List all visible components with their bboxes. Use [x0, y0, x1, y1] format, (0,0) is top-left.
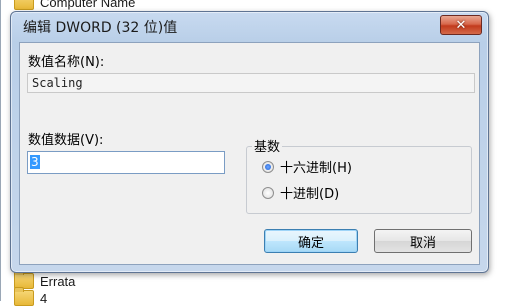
cancel-button-label: 取消 — [409, 235, 436, 251]
radio-unselected-icon[interactable] — [262, 186, 274, 199]
background-list-item[interactable]: 4 — [14, 287, 48, 306]
value-data-label: 数值数据(V): — [28, 133, 104, 148]
folder-icon — [14, 0, 34, 10]
radio-hexadecimal-label: 十六进制(H) — [280, 161, 352, 176]
edit-dword-dialog: 编辑 DWORD (32 位)值 ✕ 数值名称(N): Scaling 数值数据… — [10, 11, 489, 273]
base-group-label: 基数 — [252, 136, 283, 155]
cancel-button[interactable]: 取消 — [374, 229, 472, 253]
background-item-label: 4 — [40, 290, 48, 306]
value-name-field: Scaling — [27, 73, 475, 93]
background-item-label: Errata — [40, 273, 76, 289]
close-icon: ✕ — [455, 17, 467, 33]
value-data-input[interactable]: 3 — [27, 151, 225, 174]
close-button[interactable]: ✕ — [440, 15, 482, 35]
ok-button[interactable]: 确定 — [264, 229, 358, 253]
background-window-edge — [0, 0, 1, 301]
radio-decimal-label: 十进制(D) — [280, 187, 340, 202]
radio-selected-icon[interactable] — [262, 160, 274, 173]
dialog-title: 编辑 DWORD (32 位)值 — [23, 20, 178, 36]
radio-decimal[interactable]: 十进制(D) — [262, 183, 339, 202]
value-name-label: 数值名称(N): — [28, 55, 105, 70]
ok-button-label: 确定 — [297, 235, 324, 251]
folder-icon — [14, 287, 34, 306]
background-list-item[interactable]: Computer Name — [14, 0, 135, 10]
radio-hexadecimal[interactable]: 十六进制(H) — [262, 157, 352, 176]
dialog-body: 数值名称(N): Scaling 数值数据(V): 3 基数 十六进制(H) 十… — [19, 42, 480, 265]
background-item-label: Computer Name — [40, 0, 136, 10]
dialog-titlebar[interactable]: 编辑 DWORD (32 位)值 ✕ — [11, 12, 488, 40]
value-data-text: 3 — [30, 155, 40, 169]
